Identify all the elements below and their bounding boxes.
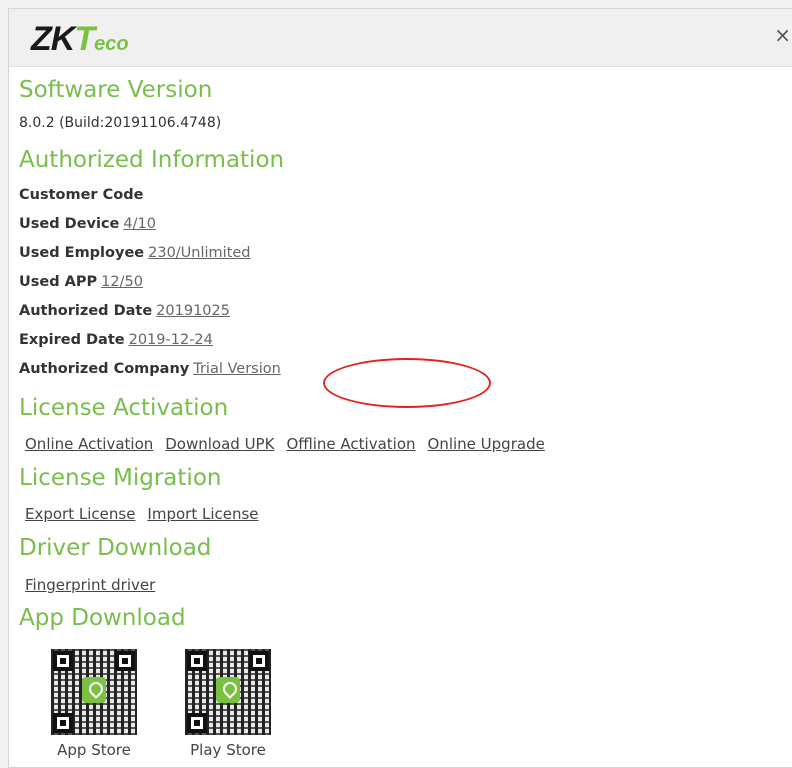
play-store-caption: Play Store bbox=[190, 741, 266, 759]
export-license-link[interactable]: Export License bbox=[25, 505, 135, 523]
about-dialog: ZKTeco × Software Version 8.0.2 (Build:2… bbox=[8, 8, 792, 768]
authorized-date-value: 20191025 bbox=[156, 303, 230, 319]
offline-activation-highlight bbox=[323, 358, 491, 408]
expired-date-value: 2019-12-24 bbox=[128, 332, 213, 348]
zkteco-logo: ZKTeco bbox=[31, 20, 129, 58]
app-store-qr-block[interactable]: App Store bbox=[49, 649, 139, 759]
used-employee-value: 230/Unlimited bbox=[148, 245, 251, 261]
online-activation-link[interactable]: Online Activation bbox=[25, 435, 153, 453]
close-icon[interactable]: × bbox=[774, 23, 791, 47]
authorized-company-value: Trial Version bbox=[193, 361, 281, 377]
import-license-link[interactable]: Import License bbox=[147, 505, 258, 523]
qr-code-icon[interactable] bbox=[51, 649, 137, 735]
qr-finder-icon bbox=[53, 713, 73, 733]
authorized-date-label: Authorized Date bbox=[19, 303, 153, 319]
online-upgrade-link[interactable]: Online Upgrade bbox=[428, 435, 545, 453]
qr-finder-icon bbox=[187, 713, 207, 733]
app-store-caption: App Store bbox=[57, 741, 131, 759]
authorized-company-row: Authorized Company Trial Version bbox=[19, 361, 281, 377]
qr-finder-icon bbox=[53, 651, 73, 671]
fingerprint-driver-link[interactable]: Fingerprint driver bbox=[25, 576, 155, 594]
dialog-header: ZKTeco × bbox=[9, 9, 792, 67]
used-app-row: Used APP 12/50 bbox=[19, 274, 143, 290]
used-app-value: 12/50 bbox=[101, 274, 143, 290]
license-activation-links: Online Activation Download UPK Offline Act… bbox=[25, 435, 557, 453]
used-device-value: 4/10 bbox=[123, 216, 156, 232]
software-version-title: Software Version bbox=[19, 77, 213, 103]
driver-download-links: Fingerprint driver bbox=[25, 576, 167, 594]
used-device-label: Used Device bbox=[19, 216, 120, 232]
driver-download-title: Driver Download bbox=[19, 535, 212, 561]
authorized-information-title: Authorized Information bbox=[19, 147, 285, 173]
download-upk-link[interactable]: Download UPK bbox=[165, 435, 274, 453]
license-migration-title: License Migration bbox=[19, 465, 222, 491]
qr-finder-icon bbox=[115, 651, 135, 671]
authorized-company-label: Authorized Company bbox=[19, 361, 190, 377]
location-pin-icon bbox=[216, 677, 240, 703]
used-employee-row: Used Employee 230/Unlimited bbox=[19, 245, 251, 261]
customer-code-label: Customer Code bbox=[19, 187, 144, 203]
expired-date-row: Expired Date 2019-12-24 bbox=[19, 332, 213, 348]
qr-finder-icon bbox=[187, 651, 207, 671]
location-pin-icon bbox=[82, 677, 106, 703]
authorized-date-row: Authorized Date 20191025 bbox=[19, 303, 230, 319]
used-employee-label: Used Employee bbox=[19, 245, 145, 261]
used-device-row: Used Device 4/10 bbox=[19, 216, 156, 232]
expired-date-label: Expired Date bbox=[19, 332, 125, 348]
play-store-qr-block[interactable]: Play Store bbox=[183, 649, 273, 759]
qr-finder-icon bbox=[249, 651, 269, 671]
license-migration-links: Export License Import License bbox=[25, 505, 271, 523]
license-activation-title: License Activation bbox=[19, 395, 229, 421]
offline-activation-link[interactable]: Offline Activation bbox=[286, 435, 415, 453]
qr-code-icon[interactable] bbox=[185, 649, 271, 735]
customer-code-row: Customer Code bbox=[19, 187, 143, 203]
software-version-value: 8.0.2 (Build:20191106.4748) bbox=[19, 115, 222, 131]
used-app-label: Used APP bbox=[19, 274, 98, 290]
app-download-title: App Download bbox=[19, 605, 186, 631]
